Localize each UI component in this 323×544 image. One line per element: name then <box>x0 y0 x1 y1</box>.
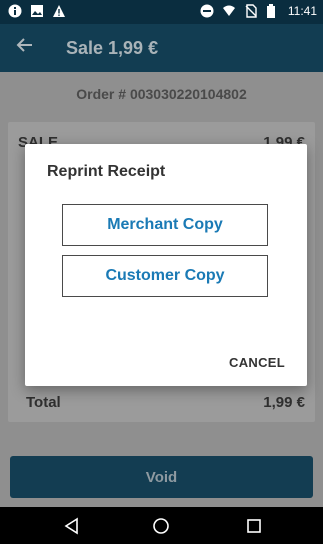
reprint-receipt-dialog: Reprint Receipt Merchant Copy Customer C… <box>25 144 307 386</box>
customer-copy-button[interactable]: Customer Copy <box>62 255 268 297</box>
merchant-copy-button[interactable]: Merchant Copy <box>62 204 268 246</box>
page-title: Sale 1,99 € <box>66 38 159 58</box>
total-label: Total <box>26 394 61 411</box>
order-number: Order # 003030220104802 <box>76 86 247 102</box>
status-bar: 11:41 <box>0 0 323 24</box>
dialog-title: Reprint Receipt <box>47 163 166 180</box>
nav-home-icon[interactable] <box>151 516 171 536</box>
do-not-disturb-icon <box>200 4 214 18</box>
app-bar: Sale 1,99 € <box>0 24 323 72</box>
battery-icon <box>266 4 280 18</box>
info-icon <box>8 4 22 18</box>
total-amount: 1,99 € <box>263 394 305 411</box>
warning-icon <box>52 4 66 18</box>
back-arrow-icon[interactable] <box>16 36 34 60</box>
nav-back-icon[interactable] <box>62 516 82 536</box>
nav-recents-icon[interactable] <box>244 516 264 536</box>
cancel-button[interactable]: CANCEL <box>229 355 285 370</box>
navigation-bar <box>0 507 323 544</box>
image-icon <box>30 4 44 18</box>
status-time: 11:41 <box>287 4 317 18</box>
wifi-icon <box>222 4 236 18</box>
no-sim-icon <box>244 4 258 18</box>
void-button[interactable]: Void <box>10 456 313 498</box>
